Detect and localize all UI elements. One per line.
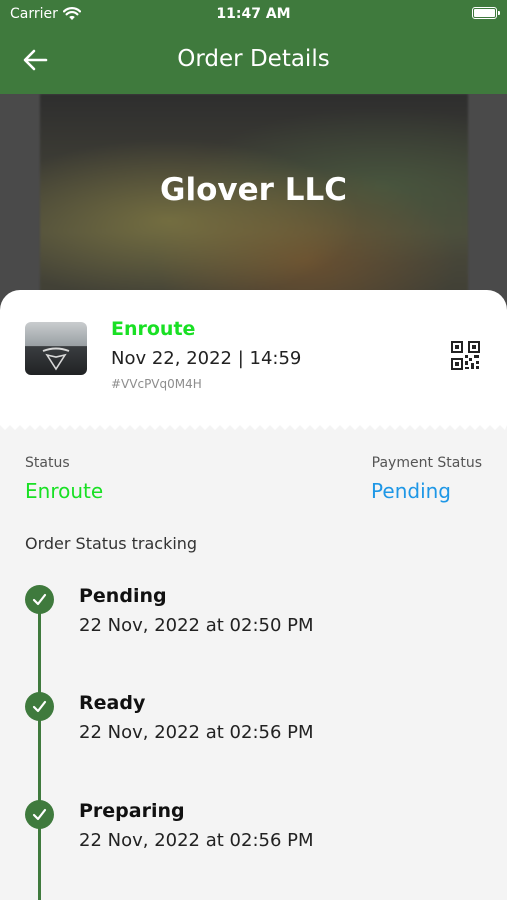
app-header: Carrier 11:47 AM Order Details	[0, 0, 507, 94]
page-title: Order Details	[177, 46, 330, 72]
step-time: 22 Nov, 2022 at 02:56 PM	[79, 722, 314, 743]
navigation-bar: Order Details	[0, 38, 507, 82]
order-status: Enroute	[111, 318, 196, 340]
status-bar: Carrier 11:47 AM	[0, 0, 507, 30]
battery-icon	[472, 7, 500, 19]
check-icon	[32, 808, 47, 821]
order-id: #VVcPVq0M4H	[111, 377, 202, 391]
tesla-logo-icon	[42, 347, 70, 371]
check-icon	[32, 700, 47, 713]
step-time: 22 Nov, 2022 at 02:56 PM	[79, 830, 314, 851]
clock: 11:47 AM	[216, 6, 291, 22]
check-icon	[32, 593, 47, 606]
step-pending-check	[25, 585, 54, 614]
payment-status-label: Payment Status	[371, 455, 482, 471]
order-thumbnail	[25, 322, 87, 375]
step-title: Pending	[79, 585, 167, 607]
timeline-line	[38, 596, 41, 900]
step-title: Ready	[79, 692, 146, 714]
order-date-time: Nov 22, 2022 | 14:59	[111, 348, 302, 369]
status-label: Status	[25, 455, 70, 471]
step-title: Preparing	[79, 800, 185, 822]
step-ready-check	[25, 692, 54, 721]
status-value: Enroute	[25, 479, 104, 503]
receipt-edge	[0, 417, 507, 430]
step-time: 22 Nov, 2022 at 02:50 PM	[79, 615, 314, 636]
qr-code-icon[interactable]	[451, 341, 480, 370]
payment-status-value: Pending	[371, 479, 451, 503]
tracking-title: Order Status tracking	[25, 534, 198, 553]
order-card: Enroute Nov 22, 2022 | 14:59 #VVcPVq0M4H	[0, 290, 507, 425]
step-preparing-check	[25, 800, 54, 829]
store-name: Glover LLC	[160, 172, 347, 208]
